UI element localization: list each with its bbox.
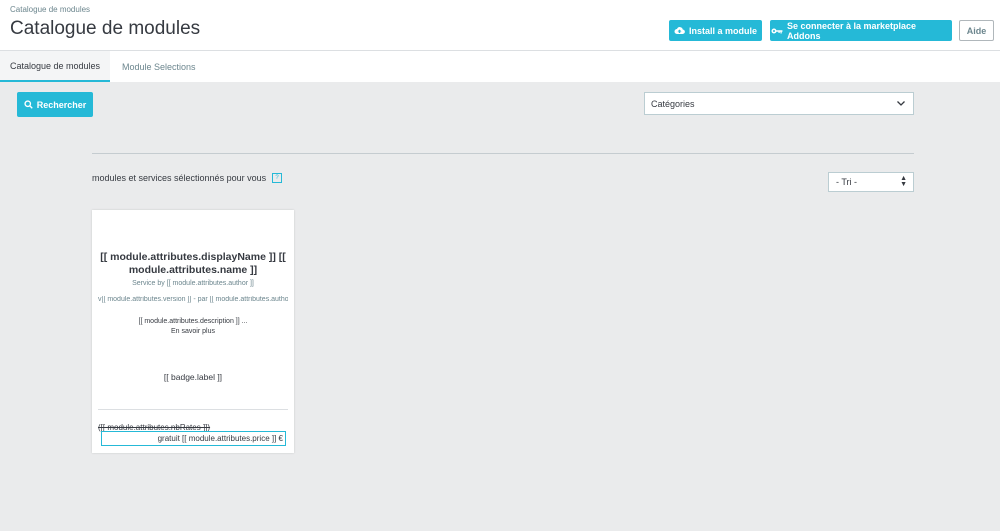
card-divider — [98, 409, 288, 410]
selection-heading: modules et services sélectionnés pour vo… — [92, 173, 283, 183]
module-description: [[ module.attributes.description ]] ... … — [92, 317, 294, 337]
search-icon — [24, 100, 33, 109]
module-description-text: [[ module.attributes.description ]] ... — [138, 318, 248, 325]
help-icon[interactable]: ? — [272, 173, 283, 183]
header: Catalogue de modules Catalogue de module… — [0, 0, 1000, 51]
selection-heading-text: modules et services sélectionnés pour vo… — [92, 173, 267, 183]
module-version: v[[ module.attributes.version ]] - par [… — [98, 296, 288, 303]
read-more-link[interactable]: En savoir plus — [92, 327, 294, 337]
sort-arrows-icon: ▲ ▼ — [900, 175, 907, 188]
install-module-label: Install a module — [688, 25, 757, 36]
connect-addons-button[interactable]: Se connecter à la marketplace Addons — [770, 20, 952, 41]
module-price: gratuit [[ module.attributes.price ]] € — [157, 434, 283, 443]
install-module-button[interactable]: Install a module — [669, 20, 762, 41]
module-author: Service by [[ module.attributes.author ]… — [132, 280, 254, 287]
module-price-button[interactable]: gratuit [[ module.attributes.price ]] € — [101, 431, 286, 446]
category-select[interactable]: Catégories — [644, 92, 914, 115]
help-button[interactable]: Aide — [959, 20, 994, 41]
section-divider — [92, 153, 914, 154]
tab-module-catalog[interactable]: Catalogue de modules — [0, 51, 110, 82]
page-title: Catalogue de modules — [10, 18, 201, 39]
search-button[interactable]: Rechercher — [17, 92, 93, 117]
cloud-upload-icon — [674, 27, 685, 35]
connect-addons-label: Se connecter à la marketplace Addons — [786, 20, 917, 41]
category-select-value: Catégories — [651, 98, 695, 109]
key-icon — [771, 28, 783, 33]
module-badge: [[ badge.label ]] — [163, 372, 223, 382]
sort-select-value: - Tri - — [836, 177, 857, 187]
breadcrumb[interactable]: Catalogue de modules — [10, 5, 90, 14]
tab-bar: Catalogue de modules Module Selections — [0, 51, 1000, 82]
chevron-down-icon — [897, 101, 905, 106]
module-card[interactable]: [[ module.attributes.displayName ]] [[ m… — [92, 210, 294, 453]
module-title[interactable]: [[ module.attributes.displayName ]] [[ m… — [98, 251, 288, 277]
tab-module-selections[interactable]: Module Selections — [122, 51, 196, 82]
search-button-label: Rechercher — [36, 99, 87, 110]
sort-select[interactable]: - Tri - ▲ ▼ — [828, 172, 914, 192]
